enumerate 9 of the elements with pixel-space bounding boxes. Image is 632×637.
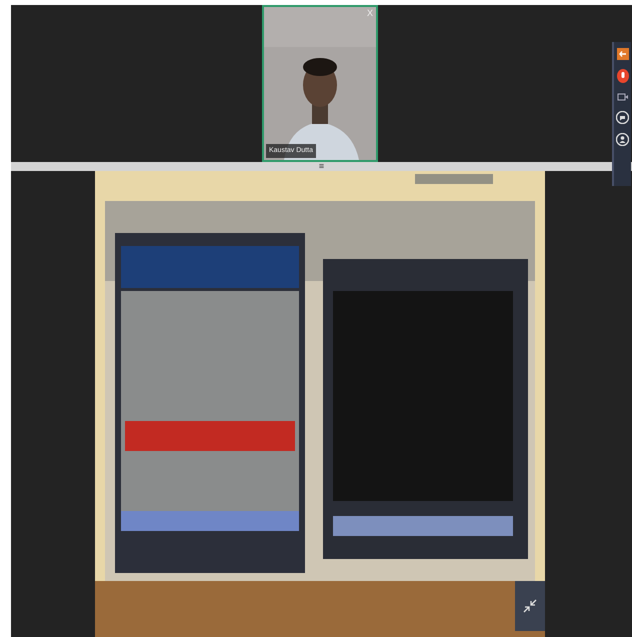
- minimize-button[interactable]: [515, 581, 545, 631]
- splitter-handle[interactable]: ≡: [318, 162, 324, 171]
- camera-icon[interactable]: [616, 92, 628, 102]
- splitter-bar[interactable]: ≡: [11, 162, 632, 171]
- microphone-icon[interactable]: [616, 69, 628, 83]
- people-icon[interactable]: [616, 133, 629, 146]
- chat-icon[interactable]: [616, 111, 629, 124]
- minimize-icon: [523, 599, 537, 613]
- exit-icon[interactable]: [616, 48, 628, 60]
